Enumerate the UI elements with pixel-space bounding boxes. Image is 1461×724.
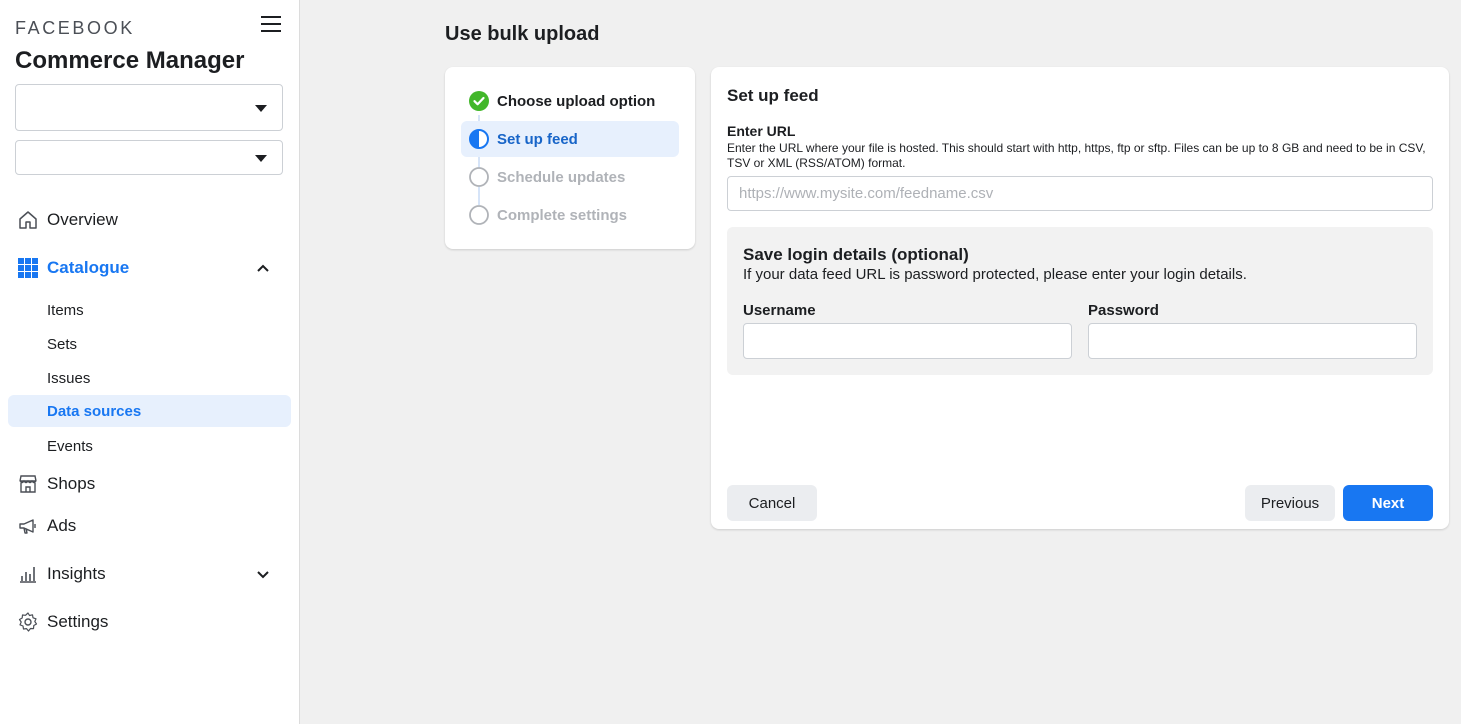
sidebar-item-data-sources[interactable]: Data sources bbox=[8, 395, 291, 427]
nav-ads[interactable]: Ads bbox=[0, 506, 300, 546]
caret-down-icon bbox=[255, 104, 267, 112]
login-title: Save login details (optional) bbox=[743, 245, 969, 264]
shop-icon bbox=[17, 474, 38, 495]
gear-icon bbox=[17, 612, 38, 633]
empty-circle-icon bbox=[469, 167, 489, 187]
bar-chart-icon bbox=[17, 564, 38, 585]
caret-down-icon bbox=[255, 154, 267, 162]
step-complete-settings[interactable]: Complete settings bbox=[461, 197, 679, 233]
chevron-up-icon[interactable] bbox=[256, 261, 270, 275]
url-label: Enter URL bbox=[727, 123, 796, 139]
nav-settings[interactable]: Settings bbox=[0, 602, 300, 642]
business-selector-dropdown[interactable] bbox=[15, 84, 283, 131]
sidebar-item-label: Sets bbox=[47, 335, 78, 353]
nav-shops[interactable]: Shops bbox=[0, 464, 300, 504]
step-schedule-updates[interactable]: Schedule updates bbox=[461, 159, 679, 195]
next-button[interactable]: Next bbox=[1343, 485, 1433, 521]
sidebar-item-label: Items bbox=[47, 301, 84, 319]
check-circle-icon bbox=[469, 91, 489, 111]
home-icon bbox=[17, 210, 38, 231]
nav-settings-label: Settings bbox=[47, 612, 109, 631]
half-circle-icon bbox=[469, 129, 489, 149]
sidebar-item-label: Issues bbox=[47, 369, 91, 387]
nav-insights[interactable]: Insights bbox=[0, 554, 300, 594]
previous-button[interactable]: Previous bbox=[1245, 485, 1335, 521]
nav-catalogue[interactable]: Catalogue bbox=[0, 248, 300, 288]
app-title: Commerce Manager bbox=[15, 47, 245, 74]
catalogue-selector-dropdown[interactable] bbox=[15, 140, 283, 175]
nav-ads-label: Ads bbox=[47, 516, 77, 535]
empty-circle-icon bbox=[469, 205, 489, 225]
brand-logo: FACEBOOK bbox=[15, 18, 135, 38]
form-title: Set up feed bbox=[727, 86, 819, 105]
menu-icon[interactable] bbox=[261, 16, 281, 34]
sidebar-item-items[interactable]: Items bbox=[8, 294, 291, 326]
nav-insights-label: Insights bbox=[47, 564, 106, 583]
chevron-down-icon[interactable] bbox=[256, 567, 270, 581]
username-input[interactable] bbox=[743, 323, 1072, 359]
url-help-text: Enter the URL where your file is hosted.… bbox=[727, 141, 1426, 170]
sidebar-item-events[interactable]: Events bbox=[8, 430, 291, 462]
login-details-section: Save login details (optional) If your da… bbox=[727, 227, 1433, 375]
feed-form-card: Set up feed Enter URL Enter the URL wher… bbox=[711, 67, 1449, 529]
cancel-button[interactable]: Cancel bbox=[727, 485, 817, 521]
sidebar-item-sets[interactable]: Sets bbox=[8, 328, 291, 360]
nav-overview-label: Overview bbox=[47, 210, 118, 229]
url-input[interactable] bbox=[727, 176, 1433, 211]
password-input[interactable] bbox=[1088, 323, 1417, 359]
step-choose-upload-option[interactable]: Choose upload option bbox=[461, 83, 679, 119]
sidebar-item-issues[interactable]: Issues bbox=[8, 362, 291, 394]
login-help-text: If your data feed URL is password protec… bbox=[743, 266, 1247, 283]
username-label: Username bbox=[743, 302, 816, 319]
nav-shops-label: Shops bbox=[47, 474, 96, 493]
step-label: Complete settings bbox=[497, 206, 628, 224]
step-label: Schedule updates bbox=[497, 168, 626, 186]
sidebar-item-label: Events bbox=[47, 437, 93, 455]
password-label: Password bbox=[1088, 302, 1159, 319]
steps-card: Choose upload option Set up feed Schedul… bbox=[445, 67, 695, 249]
megaphone-icon bbox=[17, 516, 38, 537]
step-set-up-feed[interactable]: Set up feed bbox=[461, 121, 679, 157]
grid-icon bbox=[17, 258, 38, 279]
step-label: Choose upload option bbox=[497, 92, 656, 110]
sidebar: FACEBOOK Commerce Manager Overview Catal… bbox=[0, 0, 300, 724]
page-title: Use bulk upload bbox=[445, 23, 600, 45]
step-label: Set up feed bbox=[497, 130, 578, 148]
sidebar-item-label: Data sources bbox=[47, 402, 142, 420]
nav-catalogue-label: Catalogue bbox=[47, 258, 130, 277]
nav-overview[interactable]: Overview bbox=[0, 200, 300, 240]
